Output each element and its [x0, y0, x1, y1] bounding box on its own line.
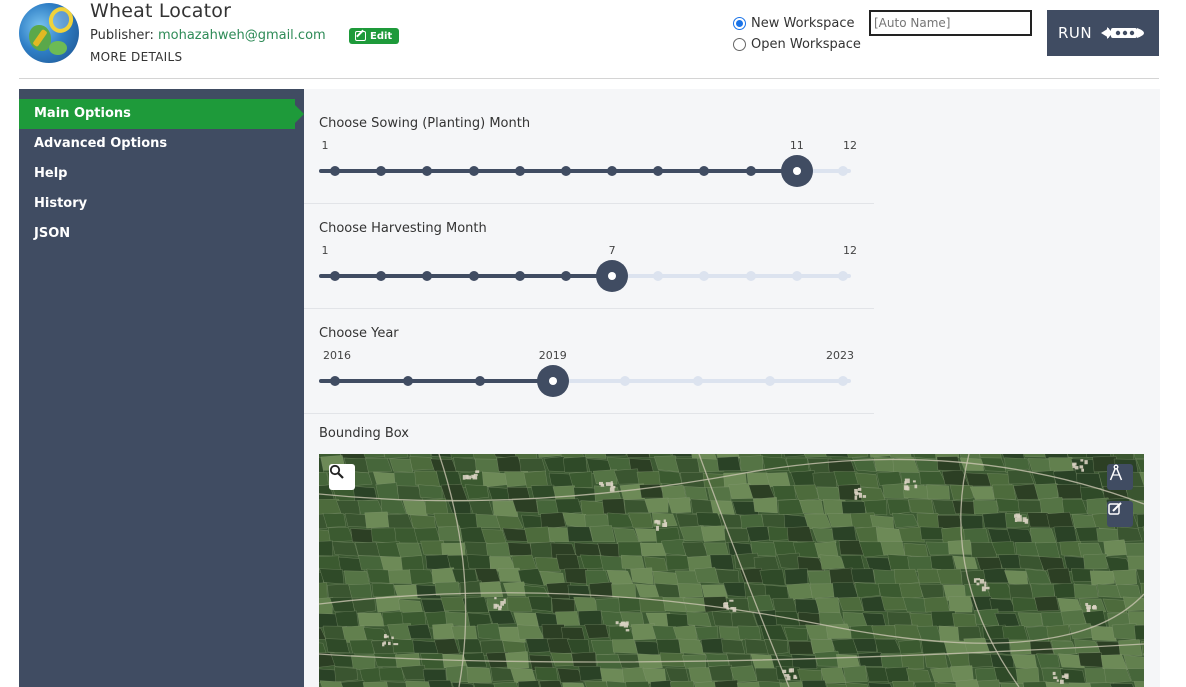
- year-slider-handle[interactable]: [536, 365, 569, 397]
- publisher-email[interactable]: mohazahweh@gmail.com: [158, 28, 326, 43]
- workspace-name-input[interactable]: [869, 10, 1032, 36]
- sidebar-item-history[interactable]: History: [19, 189, 304, 219]
- edit-icon: [355, 31, 366, 41]
- harvest-slider-step[interactable]: [745, 271, 756, 281]
- main-options-panel: Choose Sowing (Planting) Month 1 11 12 Cho…: [304, 89, 1160, 687]
- year-slider-step[interactable]: [838, 376, 848, 386]
- harvest-max-tick: 12: [843, 244, 857, 257]
- harvest-slider-step[interactable]: [330, 271, 340, 281]
- sowing-value-tick: 11: [789, 139, 804, 152]
- harvest-slider-step[interactable]: [422, 271, 433, 281]
- year-slider-step[interactable]: [620, 376, 631, 386]
- harvest-slider-step[interactable]: [653, 271, 664, 281]
- sowing-slider-step[interactable]: [376, 166, 387, 176]
- new-workspace-option[interactable]: New Workspace: [733, 16, 855, 31]
- year-slider-step[interactable]: [475, 376, 486, 386]
- year-slider-step[interactable]: [765, 376, 776, 386]
- edit-button[interactable]: Edit: [349, 28, 400, 44]
- sowing-slider-step[interactable]: [653, 166, 664, 176]
- year-value-tick: 2019: [538, 349, 567, 362]
- year-option: Choose Year 2016 2019 2023: [304, 309, 874, 414]
- new-workspace-label: New Workspace: [751, 16, 855, 31]
- harvest-slider-step[interactable]: [838, 271, 848, 281]
- year-slider-step[interactable]: [330, 376, 340, 386]
- app-logo: [19, 3, 79, 63]
- sidebar-item-advanced-options[interactable]: Advanced Options: [19, 129, 304, 159]
- harvest-slider-step[interactable]: [699, 271, 710, 281]
- sowing-slider-step[interactable]: [514, 166, 525, 176]
- sowing-slider-step[interactable]: [468, 166, 479, 176]
- open-workspace-radio[interactable]: [733, 38, 746, 51]
- sidebar-item-json[interactable]: JSON: [19, 219, 304, 249]
- harvesting-month-label: Choose Harvesting Month: [319, 221, 487, 236]
- harvest-slider-step[interactable]: [791, 271, 802, 281]
- satellite-imagery: [319, 454, 1144, 687]
- year-min-tick: 2016: [323, 349, 351, 362]
- open-workspace-label: Open Workspace: [751, 37, 861, 52]
- new-workspace-radio[interactable]: [733, 17, 746, 30]
- sowing-slider-step[interactable]: [560, 166, 571, 176]
- sowing-slider-handle[interactable]: [780, 155, 813, 187]
- sowing-month-option: Choose Sowing (Planting) Month 1 11 12: [304, 89, 874, 204]
- more-details-link[interactable]: MORE DETAILS: [90, 50, 182, 64]
- harvest-slider-step[interactable]: [376, 271, 387, 281]
- map-search-button[interactable]: [329, 464, 355, 490]
- sowing-slider-fill: [319, 169, 797, 173]
- edit-icon: [1108, 502, 1122, 515]
- rocket-icon: [1101, 27, 1144, 39]
- bounding-box-label: Bounding Box: [319, 426, 410, 441]
- sowing-month-label: Choose Sowing (Planting) Month: [319, 116, 531, 131]
- search-icon: [329, 464, 344, 479]
- harvest-value-tick: 7: [608, 244, 616, 257]
- compass-draw-icon: [1109, 464, 1123, 481]
- edit-label: Edit: [370, 30, 393, 42]
- sidebar-item-main-options[interactable]: Main Options: [19, 99, 304, 129]
- app-title: Wheat Locator: [90, 0, 232, 22]
- year-slider-step[interactable]: [692, 376, 703, 386]
- bounding-box-map[interactable]: [319, 454, 1144, 687]
- publisher-line: Publisher: mohazahweh@gmail.com: [90, 28, 326, 43]
- year-label: Choose Year: [319, 326, 399, 341]
- sowing-max-tick: 12: [843, 139, 857, 152]
- harvest-slider-handle[interactable]: [596, 260, 629, 292]
- map-edit-button[interactable]: [1107, 501, 1133, 527]
- sowing-slider-step[interactable]: [607, 166, 618, 176]
- publisher-prefix: Publisher:: [90, 28, 158, 43]
- app-header: Wheat Locator Publisher: mohazahweh@gmai…: [0, 0, 1186, 79]
- sowing-slider-step[interactable]: [422, 166, 433, 176]
- year-slider-step[interactable]: [402, 376, 413, 386]
- sowing-slider-step[interactable]: [330, 166, 340, 176]
- map-draw-button[interactable]: [1107, 464, 1133, 490]
- run-label: RUN: [1058, 24, 1093, 42]
- sidebar-item-help[interactable]: Help: [19, 159, 304, 189]
- harvest-slider-step[interactable]: [514, 271, 525, 281]
- sidebar: Main Options Advanced Options Help Histo…: [19, 89, 304, 687]
- sowing-slider-step[interactable]: [838, 166, 848, 176]
- header-divider: [19, 78, 1159, 79]
- sowing-slider-step[interactable]: [699, 166, 710, 176]
- harvest-slider-step[interactable]: [468, 271, 479, 281]
- sowing-min-tick: 1: [321, 139, 329, 152]
- harvest-min-tick: 1: [321, 244, 329, 257]
- year-slider-fill: [319, 379, 553, 383]
- harvest-slider-step[interactable]: [560, 271, 571, 281]
- run-button[interactable]: RUN: [1047, 10, 1159, 56]
- harvesting-month-option: Choose Harvesting Month 1 7 12: [304, 204, 874, 309]
- sowing-slider-step[interactable]: [745, 166, 756, 176]
- open-workspace-option[interactable]: Open Workspace: [733, 37, 861, 52]
- year-max-tick: 2023: [826, 349, 854, 362]
